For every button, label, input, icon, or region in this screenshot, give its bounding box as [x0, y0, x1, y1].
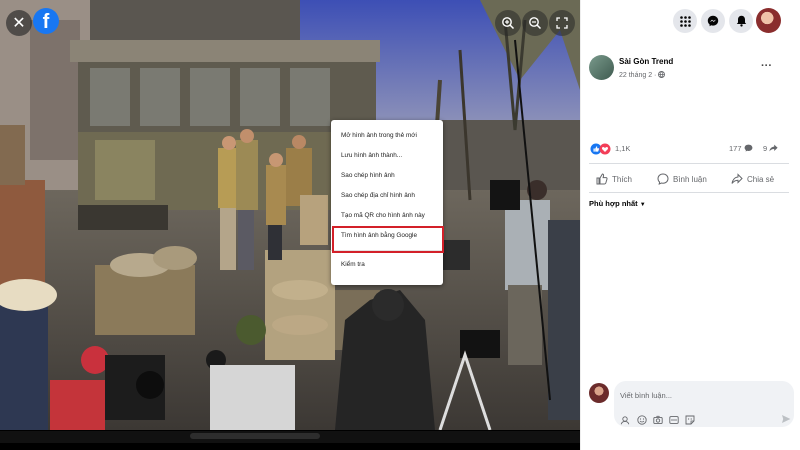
divider — [589, 163, 789, 164]
zoom-in-icon[interactable] — [495, 10, 521, 36]
globe-icon — [658, 71, 666, 78]
share-label: Chia sẻ — [747, 174, 775, 184]
menu-item-search-image-google[interactable]: Tìm hình ảnh bằng Google — [331, 226, 443, 246]
share-arrow-icon — [769, 144, 778, 152]
more-options-icon[interactable]: ··· — [761, 60, 772, 72]
post-date-text: 22 tháng 2 · — [619, 72, 659, 79]
divider — [589, 192, 789, 193]
messenger-icon — [707, 15, 719, 27]
like-label: Thích — [612, 174, 633, 184]
photo-viewer: ✕ f Mở hình ảnh trong thẻ mới Lưu hình ả… — [0, 0, 580, 450]
emoji-glyph — [636, 414, 647, 425]
comment-input[interactable] — [620, 387, 785, 403]
share-count[interactable]: 9 — [763, 144, 778, 153]
menu-item-save-image-as[interactable]: Lưu hình ảnh thành... — [331, 146, 443, 166]
send-icon[interactable] — [781, 414, 791, 424]
post-side-panel: Sài Gòn Trend 22 tháng 2 · ··· 1,1K 177 … — [580, 0, 800, 450]
menu-separator — [331, 250, 443, 251]
facebook-logo-letter: f — [42, 11, 50, 33]
profile-avatar[interactable] — [756, 8, 781, 33]
reaction-count[interactable]: 1,1K — [615, 144, 630, 153]
share-icon — [731, 173, 743, 184]
comment-count-value: 177 — [729, 144, 742, 153]
share-count-value: 9 — [763, 144, 768, 153]
close-icon[interactable]: ✕ — [6, 10, 32, 36]
reaction-icons[interactable] — [590, 143, 612, 155]
gif-icon[interactable] — [668, 414, 679, 425]
post-date[interactable]: 22 tháng 2 · — [619, 71, 666, 79]
gif-glyph — [668, 415, 679, 424]
menu-item-inspect[interactable]: Kiểm tra — [331, 255, 443, 275]
comment-button[interactable]: Bình luận — [657, 169, 707, 189]
zoom-in-glyph — [502, 17, 515, 30]
sort-label: Phù hợp nhất — [589, 199, 638, 208]
facebook-logo[interactable]: f — [33, 8, 59, 34]
page-avatar[interactable] — [589, 55, 614, 80]
menu-item-copy-image[interactable]: Sao chép hình ảnh — [331, 166, 443, 186]
zoom-out-icon[interactable] — [522, 10, 548, 36]
messenger-button[interactable] — [701, 9, 725, 33]
image-context-menu: Mở hình ảnh trong thẻ mới Lưu hình ảnh t… — [331, 120, 443, 285]
like-button[interactable]: Thích — [596, 169, 632, 189]
avatar-sticker-icon[interactable] — [619, 414, 630, 425]
sticker-glyph — [685, 415, 694, 424]
avatar-sticker-glyph — [620, 415, 629, 424]
sticker-icon[interactable] — [684, 414, 695, 425]
comment-label: Bình luận — [673, 174, 707, 184]
post-photo[interactable] — [0, 0, 580, 430]
chevron-down-icon: ▼ — [639, 202, 646, 208]
zoom-out-glyph — [529, 17, 542, 30]
notifications-button[interactable] — [729, 9, 753, 33]
page-name[interactable]: Sài Gòn Trend — [619, 57, 673, 66]
thumbs-up-icon — [596, 173, 608, 185]
emoji-icon[interactable] — [636, 414, 647, 425]
menu-grid-button[interactable] — [673, 9, 697, 33]
comment-sort-dropdown[interactable]: Phù hợp nhất ▼ — [589, 199, 646, 208]
horizontal-scrollbar[interactable] — [0, 431, 580, 443]
grid-icon — [679, 15, 691, 27]
comment-icon — [657, 173, 669, 185]
share-button[interactable]: Chia sẻ — [731, 169, 774, 189]
bell-icon — [736, 15, 746, 27]
fullscreen-glyph — [556, 17, 568, 29]
camera-icon[interactable] — [652, 414, 663, 425]
menu-item-open-image-new-tab[interactable]: Mở hình ảnh trong thẻ mới — [331, 126, 443, 146]
menu-item-create-qr-code[interactable]: Tạo mã QR cho hình ảnh này — [331, 206, 443, 226]
menu-item-copy-image-address[interactable]: Sao chép địa chỉ hình ảnh — [331, 186, 443, 206]
camera-glyph — [652, 415, 663, 424]
scrollbar-thumb[interactable] — [190, 433, 320, 439]
comment-count[interactable]: 177 — [729, 144, 753, 153]
comment-bubble-icon — [744, 144, 753, 152]
fullscreen-icon[interactable] — [549, 10, 575, 36]
commenter-avatar[interactable] — [589, 383, 609, 403]
comment-composer[interactable] — [614, 381, 794, 427]
